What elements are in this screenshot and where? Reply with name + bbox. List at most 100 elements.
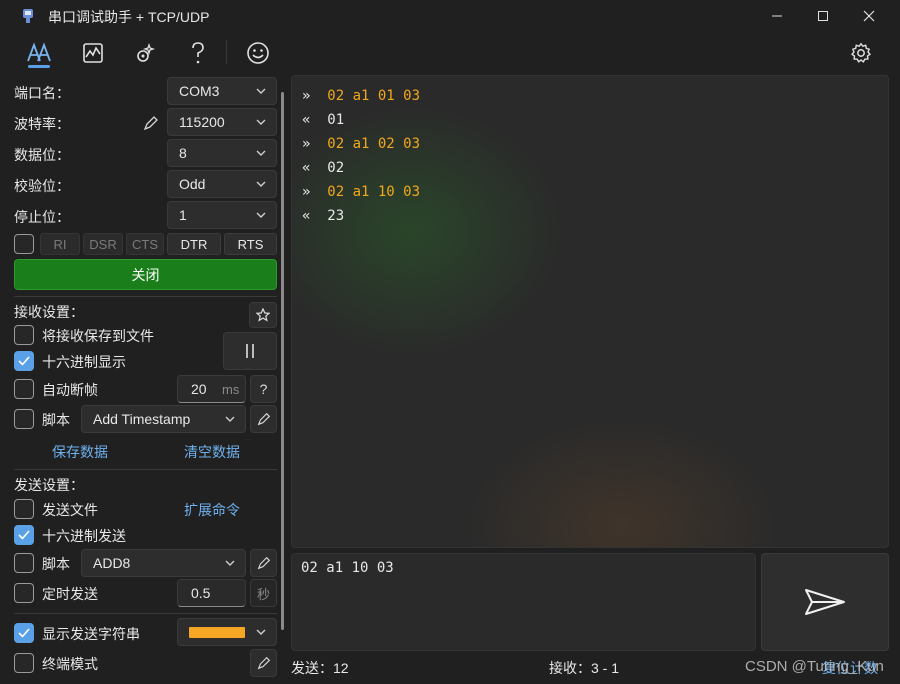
log-line: « 02 [302,160,344,176]
help-tab-button[interactable] [184,40,212,66]
maximize-icon [818,11,828,21]
auto-frame-checkbox[interactable] [14,379,34,399]
check-icon [18,628,30,638]
stopbits-select[interactable]: 1 [167,201,277,229]
port-value: COM3 [179,83,220,99]
receive-heading: 接收设置： [14,304,84,320]
minimize-button[interactable] [754,0,800,32]
active-tab-indicator [28,65,50,68]
send-file-label: 发送文件 [42,502,98,518]
receive-log[interactable]: » 02 a1 01 03 « 01 » 02 a1 02 03 « 02 » … [291,75,889,548]
baud-edit-button[interactable] [142,114,160,135]
log-line: » 02 a1 01 03 [302,88,420,104]
timed-send-unit: 秒 [250,579,277,607]
receive-script-edit-button[interactable] [250,405,277,433]
plugin-tab-button[interactable] [132,40,160,66]
save-to-file-label: 将接收保存到文件 [42,328,154,344]
send-script-select[interactable]: ADD8 [81,549,246,577]
send-input-text[interactable]: 02 a1 10 03 [301,560,394,576]
baud-value: 115200 [179,114,225,130]
parity-label: 校验位： [14,178,70,194]
check-icon [18,356,30,366]
dtr-button[interactable]: DTR [167,233,221,255]
star-icon [256,308,270,322]
baud-select[interactable]: 115200 [167,108,277,136]
settings-icon [850,42,872,63]
auto-frame-unit: ms [222,381,240,397]
auto-frame-input[interactable]: 20 ms [177,375,246,403]
log-text: 02 [327,160,345,176]
save-data-link[interactable]: 保存数据 [52,442,108,462]
chart-tab-button[interactable] [79,40,107,66]
chevron-down-icon [256,212,266,218]
settings-scrollbar[interactable] [281,92,284,630]
auto-frame-value: 20 [191,381,207,397]
chevron-down-icon [256,119,266,125]
timed-send-input[interactable]: 0.5 [177,579,246,607]
chevron-down-icon [225,560,235,566]
receive-script-label: 脚本 [42,412,70,428]
close-port-button[interactable]: 关闭 [14,259,277,290]
log-direction: » [302,136,311,152]
port-select[interactable]: COM3 [167,77,277,105]
receive-script-select[interactable]: Add Timestamp [81,405,246,433]
close-window-button[interactable] [846,0,892,32]
plugin-icon [137,42,156,62]
receive-script-value: Add Timestamp [93,411,191,427]
send-button[interactable] [761,553,889,651]
hex-display-label: 十六进制显示 [42,354,126,370]
databits-select[interactable]: 8 [167,139,277,167]
auto-frame-help-button[interactable]: ? [250,375,277,403]
serial-tab-button[interactable] [25,40,53,66]
clear-data-link[interactable]: 清空数据 [184,442,240,462]
window-title: 串口调试助手 + TCP/UDP [48,9,210,25]
send-icon [805,589,845,615]
timed-send-checkbox[interactable] [14,583,34,603]
timed-send-value: 0.5 [191,585,211,601]
close-icon [863,10,875,22]
parity-select[interactable]: Odd [167,170,277,198]
pen-icon [257,556,270,570]
hex-display-checkbox[interactable] [14,351,34,371]
port-label: 端口名： [14,85,70,101]
received-count: 接收：3 - 1 [549,660,620,676]
log-line: « 01 [302,112,344,128]
receive-script-checkbox[interactable] [14,409,34,429]
cts-indicator: CTS [126,233,164,255]
show-send-string-checkbox[interactable] [14,623,34,643]
log-text: 01 [327,112,345,128]
chevron-down-icon [256,629,266,635]
help-icon [192,42,204,64]
auto-frame-label: 自动断帧 [42,382,98,398]
chevron-down-icon [256,181,266,187]
hex-send-checkbox[interactable] [14,525,34,545]
send-script-checkbox[interactable] [14,553,34,573]
extended-commands-link[interactable]: 扩展命令 [184,500,240,520]
pen-icon [257,656,270,670]
feedback-tab-button[interactable] [244,40,272,66]
pause-icon [246,344,254,358]
save-to-file-checkbox[interactable] [14,325,34,345]
favorite-button[interactable] [249,302,277,328]
terminal-mode-checkbox[interactable] [14,653,34,673]
maximize-button[interactable] [800,0,846,32]
send-color-picker[interactable] [177,618,277,646]
rts-button[interactable]: RTS [224,233,277,255]
terminal-edit-button[interactable] [250,649,277,677]
log-direction: « [302,208,311,224]
log-direction: » [302,184,311,200]
log-direction: « [302,160,311,176]
pause-button[interactable] [223,332,277,370]
send-heading: 发送设置： [14,477,84,493]
send-script-edit-button[interactable] [250,549,277,577]
check-icon [18,530,30,540]
section-divider [14,613,277,614]
signals-checkbox[interactable] [14,234,34,254]
baud-label: 波特率： [14,116,70,132]
serial-icon [27,42,51,62]
smile-icon [247,42,269,64]
log-line: » 02 a1 02 03 [302,136,420,152]
send-file-checkbox[interactable] [14,499,34,519]
settings-button[interactable] [847,40,875,66]
color-swatch [189,626,245,638]
